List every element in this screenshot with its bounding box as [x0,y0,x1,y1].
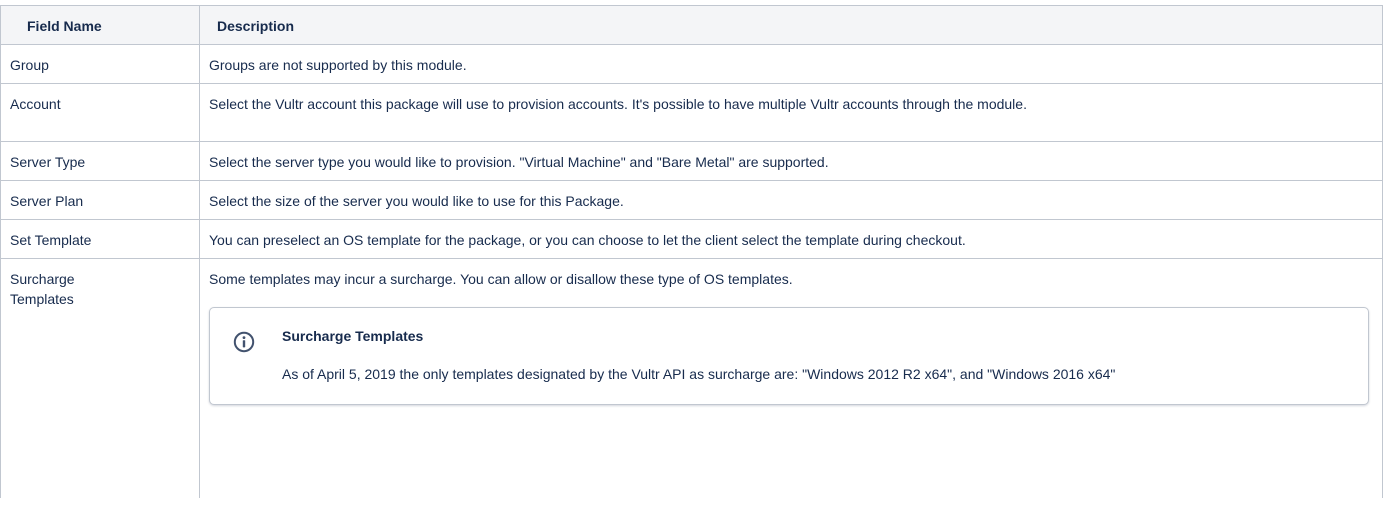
field-name-server-type: Server Type [0,141,200,181]
field-description-surcharge-templates: Some templates may incur a surcharge. Yo… [199,258,1383,498]
field-description-server-type: Select the server type you would like to… [199,141,1383,181]
header-description: Description [199,5,1383,45]
info-panel-title: Surcharge Templates [282,328,424,344]
field-name-set-template: Set Template [0,219,200,259]
field-name-server-plan: Server Plan [0,180,200,220]
table-row: Surcharge Templates Some templates may i… [0,258,1383,498]
field-name-surcharge-templates-text: Surcharge Templates [10,271,75,307]
field-description-account: Select the Vultr account this package wi… [199,83,1383,142]
table-row: Account Select the Vultr account this pa… [0,83,1383,142]
info-panel-body: As of April 5, 2019 the only templates d… [282,366,1116,382]
header-field-name: Field Name [0,5,200,45]
field-description-server-plan: Select the size of the server you would … [199,180,1383,220]
table-row: Server Plan Select the size of the serve… [0,180,1383,220]
table-header-row: Field Name Description [0,5,1383,45]
table-row: Group Groups are not supported by this m… [0,44,1383,84]
field-description-set-template: You can preselect an OS template for the… [199,219,1383,259]
field-name-surcharge-templates: Surcharge Templates [0,258,200,498]
info-panel: Surcharge Templates As of April 5, 2019 … [209,307,1369,405]
field-name-group: Group [0,44,200,84]
field-name-account: Account [0,83,200,142]
field-table: Field Name Description Group Groups are … [0,5,1383,498]
table-row: Server Type Select the server type you w… [0,141,1383,181]
surcharge-description-text: Some templates may incur a surcharge. Yo… [209,271,793,287]
table-row: Set Template You can preselect an OS tem… [0,219,1383,259]
page: Field Name Description Group Groups are … [0,0,1383,527]
info-icon [233,331,255,353]
field-description-group: Groups are not supported by this module. [199,44,1383,84]
